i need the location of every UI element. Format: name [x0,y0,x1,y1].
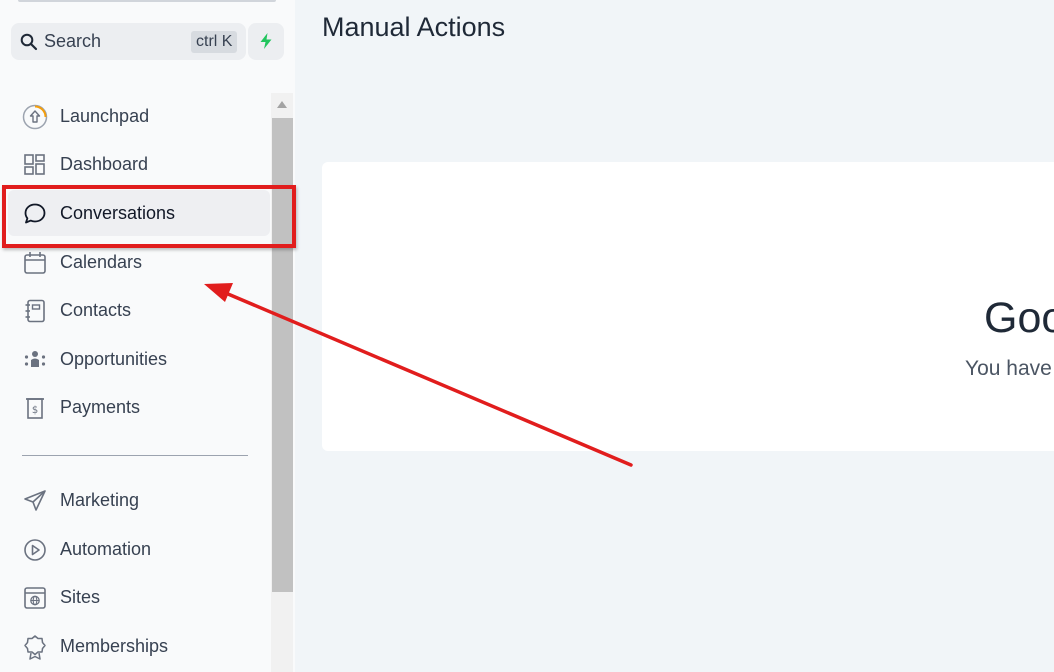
main-content: Manual Actions Goo You have [0,0,1054,672]
annotation-arrow [204,283,633,467]
